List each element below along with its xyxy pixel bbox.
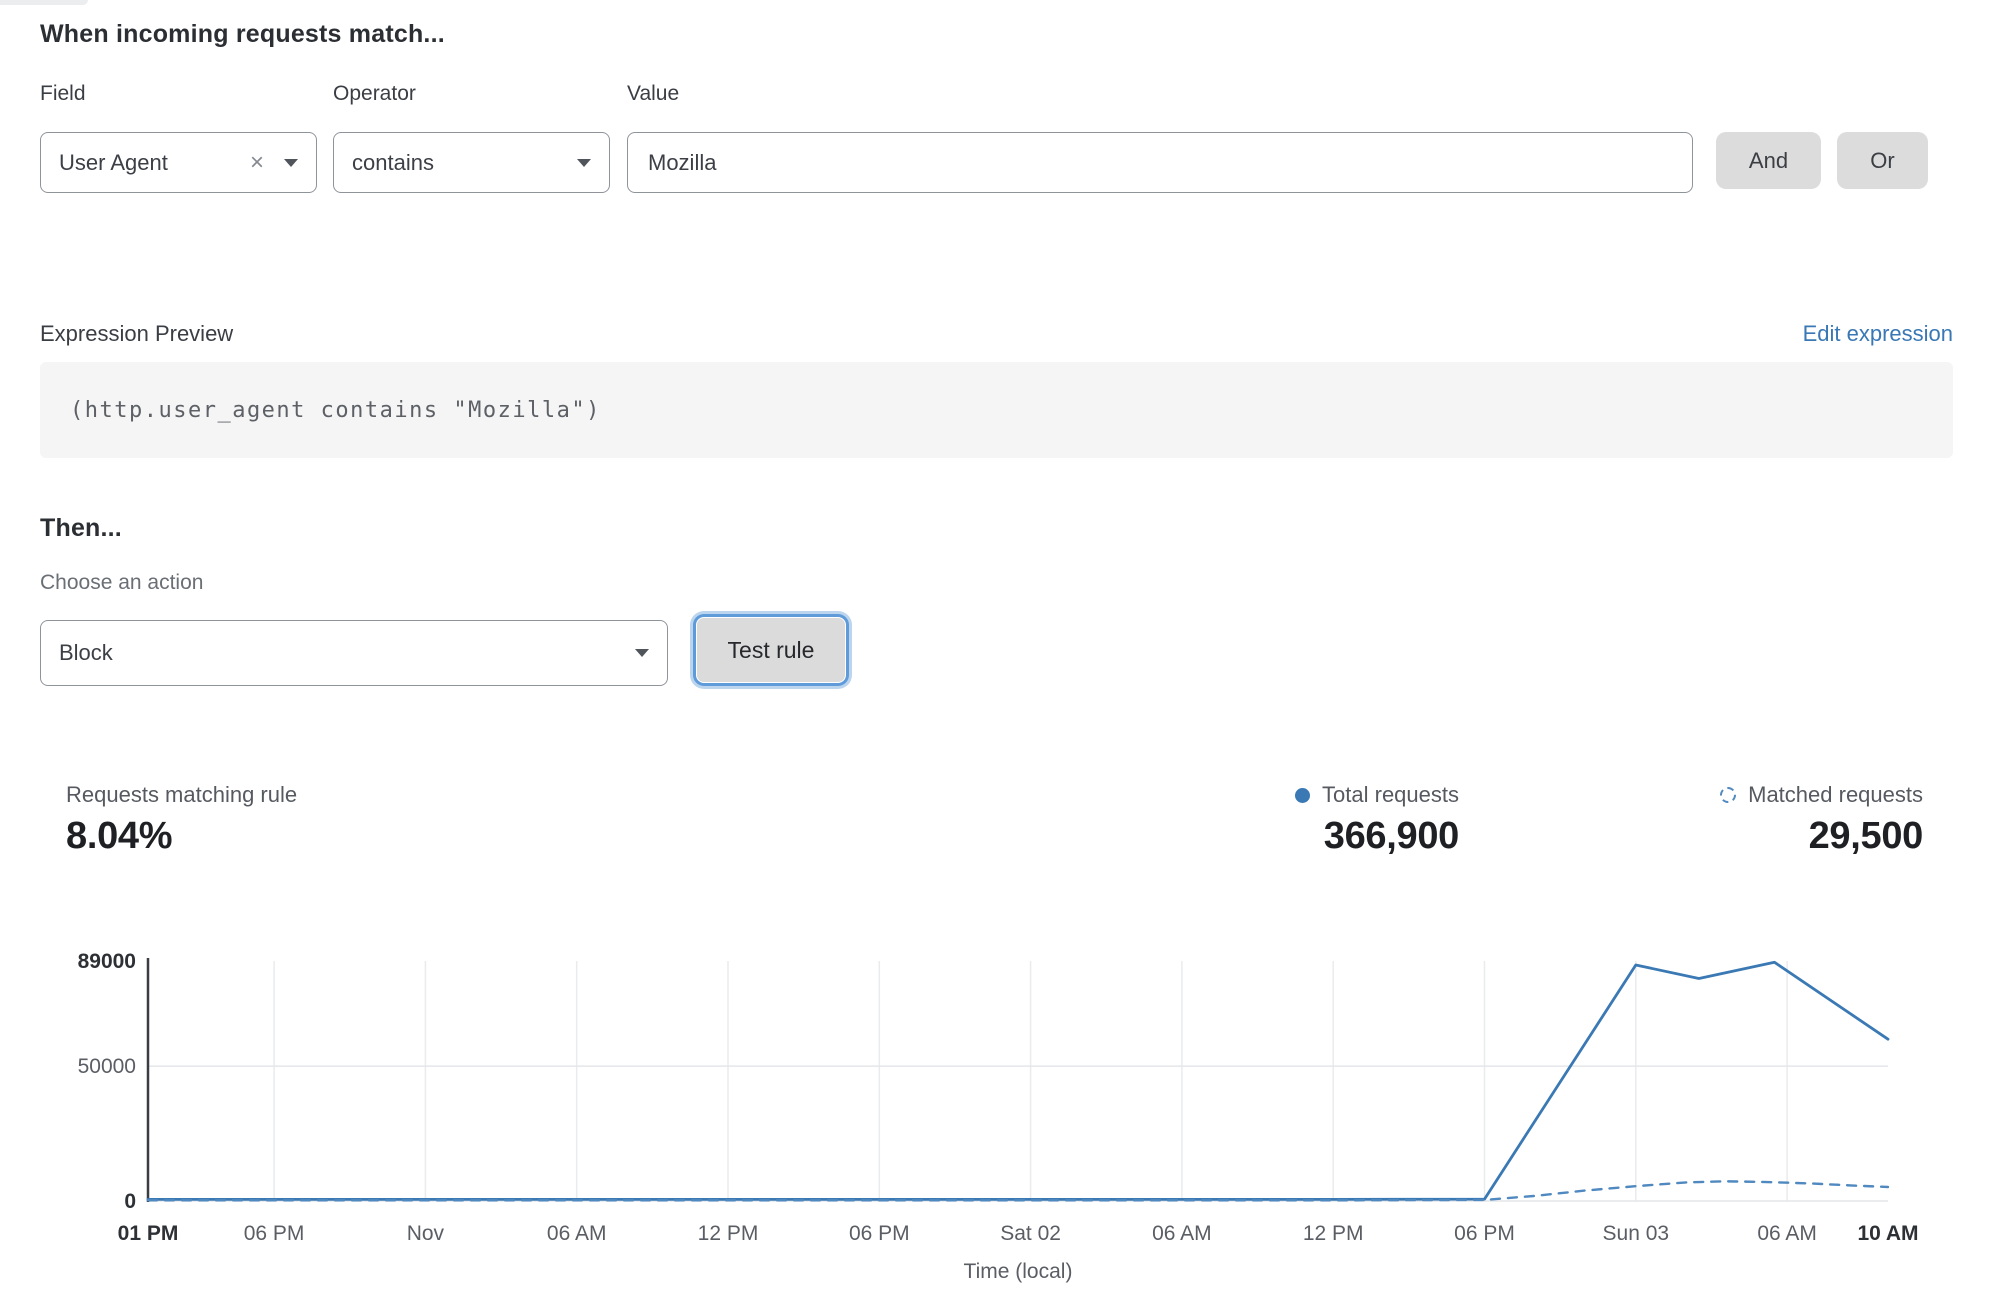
series-matched-line [148,1181,1888,1200]
x-tick-label: 06 AM [1757,1222,1817,1245]
x-tick-label: 06 AM [547,1222,607,1245]
y-tick-label: 50000 [78,1055,136,1078]
y-tick-label: 0 [124,1190,136,1213]
x-tick-label: 10 AM [1857,1222,1918,1245]
x-tick-label: 06 PM [1454,1222,1515,1245]
x-tick-label: 06 PM [849,1222,910,1245]
requests-chart: 0 50000 89000 01 PM 06 PM Nov 06 AM 12 PM 06 PM S… [0,0,1999,1295]
x-tick-label: 12 PM [698,1222,759,1245]
x-tick-label: Sun 03 [1603,1222,1670,1245]
x-tick-label: Sat 02 [1000,1222,1061,1245]
x-tick-label: 12 PM [1303,1222,1364,1245]
time-axis-label: Time (local) [964,1260,1073,1283]
x-tick-label: 06 AM [1152,1222,1212,1245]
y-tick-label: 89000 [78,950,136,973]
x-tick-label: Nov [407,1222,445,1245]
x-tick-label: 06 PM [244,1222,305,1245]
x-tick-label: 01 PM [118,1222,179,1245]
series-total-line [148,962,1888,1199]
